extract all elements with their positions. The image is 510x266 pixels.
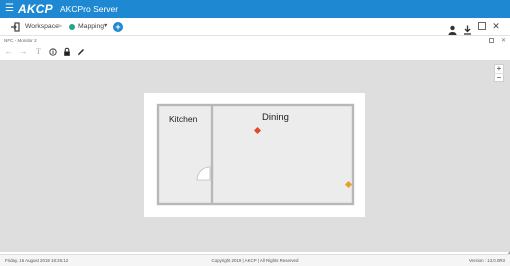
hamburger-menu-icon[interactable]: ☰ — [5, 3, 15, 14]
download-icon-svg — [463, 25, 472, 35]
add-button[interactable]: + — [113, 22, 123, 32]
exit-icon[interactable] — [10, 22, 20, 32]
download-icon[interactable] — [463, 22, 472, 32]
zoom-out-button[interactable]: − — [494, 73, 504, 82]
room-label-kitchen: Kitchen — [169, 113, 197, 125]
map-close-icon[interactable]: ✕ — [500, 36, 507, 46]
floorplan-drawing — [144, 93, 365, 217]
info-icon-svg — [49, 46, 57, 58]
app-title: AKCPro Server — [60, 3, 118, 15]
breadcrumb-workspace[interactable]: Workspace — [25, 21, 59, 32]
akcp-logo: AKCP — [18, 2, 53, 16]
exit-icon-svg — [10, 22, 20, 32]
user-icon[interactable] — [448, 22, 457, 32]
pencil-icon-svg — [77, 46, 85, 58]
zoom-in-button[interactable]: + — [494, 64, 504, 73]
forward-arrow-icon[interactable]: → — [19, 46, 28, 58]
close-icon[interactable]: ✕ — [491, 21, 501, 32]
window-icon[interactable] — [478, 22, 486, 30]
chevron-down-icon[interactable]: ▼ — [103, 21, 108, 32]
breadcrumb-mapping[interactable]: Mapping — [78, 21, 104, 32]
room-label-dining: Dining — [262, 112, 289, 124]
text-icon[interactable]: T — [34, 46, 43, 58]
back-arrow-icon[interactable]: ← — [4, 46, 13, 58]
footer-copyright: Copyright 2019 | AKCP | All Rights Reser… — [0, 257, 510, 264]
breadcrumb-separator: > — [58, 21, 62, 32]
footer-version: Version : 13.0.0R3 — [440, 257, 505, 264]
resize-handle[interactable] — [505, 245, 510, 252]
user-icon-svg — [448, 25, 457, 35]
info-icon[interactable] — [48, 46, 57, 58]
pencil-icon[interactable] — [76, 46, 85, 58]
lock-icon[interactable] — [62, 46, 71, 58]
mapping-status-dot — [69, 24, 75, 30]
map-header — [0, 36, 510, 46]
map-name: NFC - Monitor 2 — [4, 36, 37, 46]
lock-icon-svg — [63, 46, 71, 58]
map-window-icon[interactable] — [489, 38, 494, 43]
breadcrumb-bar — [0, 18, 510, 36]
